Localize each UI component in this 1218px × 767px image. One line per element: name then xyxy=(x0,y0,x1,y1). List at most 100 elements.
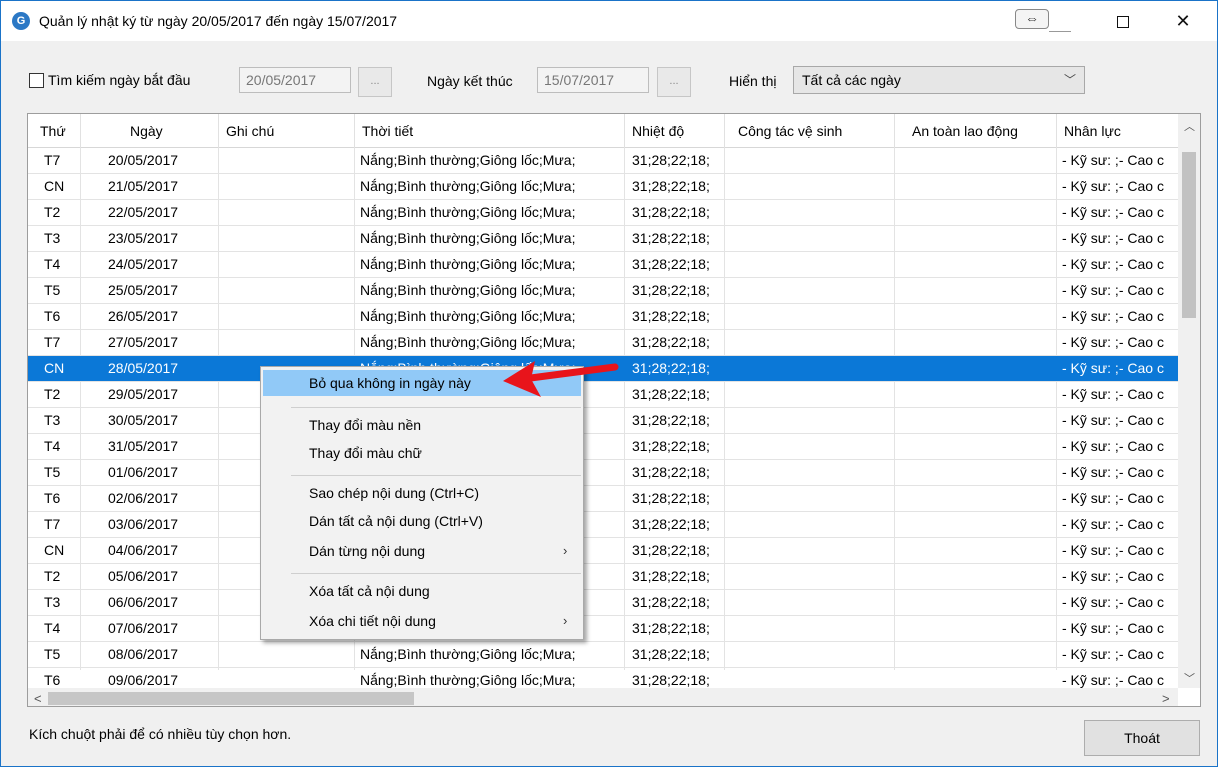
cell-ngay[interactable]: 20/05/2017 xyxy=(108,152,178,168)
display-select[interactable]: Tất cả các ngày ﹀ xyxy=(793,66,1085,94)
cell-ngay[interactable]: 24/05/2017 xyxy=(108,256,178,272)
table-row[interactable]: T330/05/2017Nắng;Bình thường;Giông lốc;M… xyxy=(28,408,1178,434)
table-row[interactable]: T431/05/2017Nắng;Bình thường;Giông lốc;M… xyxy=(28,434,1178,460)
cell-thoitiet[interactable]: Nắng;Bình thường;Giông lốc;Mưa; xyxy=(360,152,575,168)
cell-thu[interactable]: CN xyxy=(44,542,64,558)
cell-thu[interactable]: T6 xyxy=(44,490,60,506)
cell-thu[interactable]: T3 xyxy=(44,230,60,246)
cell-nhietdo[interactable]: 31;28;22;18; xyxy=(632,282,710,298)
cell-thu[interactable]: CN xyxy=(44,360,64,376)
cell-ngay[interactable]: 06/06/2017 xyxy=(108,594,178,610)
menu-item-delete-detail[interactable]: Xóa chi tiết nội dung xyxy=(309,613,436,629)
cell-ngay[interactable]: 26/05/2017 xyxy=(108,308,178,324)
cell-nhietdo[interactable]: 31;28;22;18; xyxy=(632,386,710,402)
menu-item-copy[interactable]: Sao chép nội dung (Ctrl+C) xyxy=(309,485,479,501)
table-row[interactable]: T4 24/05/2017 Nắng;Bình thường;Giông lốc;M… xyxy=(28,252,1178,278)
cell-nhanluc[interactable]: - Kỹ sư: ;- Cao c xyxy=(1062,178,1174,194)
cell-nhietdo[interactable]: 31;28;22;18; xyxy=(632,178,710,194)
table-row[interactable]: T602/06/2017Nắng;Bình thường;Giông lốc;M… xyxy=(28,486,1178,512)
cell-thu[interactable]: T3 xyxy=(44,412,60,428)
cell-thu[interactable]: T2 xyxy=(44,204,60,220)
diary-grid[interactable]: Thứ Ngày Ghi chú Thời tiết Nhiệt độ Công… xyxy=(27,113,1201,707)
cell-nhanluc[interactable]: - Kỹ sư: ;- Cao c xyxy=(1062,646,1174,662)
cell-thu[interactable]: T7 xyxy=(44,334,60,350)
vertical-scroll-thumb[interactable] xyxy=(1182,152,1196,318)
start-date-field[interactable]: 20/05/2017 xyxy=(239,67,351,93)
table-row[interactable]: T3 23/05/2017 Nắng;Bình thường;Giông lốc;M… xyxy=(28,226,1178,252)
table-row[interactable]: T7 27/05/2017 Nắng;Bình thường;Giông lốc;M… xyxy=(28,330,1178,356)
cell-thoitiet[interactable]: Nắng;Bình thường;Giông lốc;Mưa; xyxy=(360,334,575,350)
menu-item-change-background[interactable]: Thay đổi màu nền xyxy=(309,417,421,433)
cell-thoitiet[interactable]: Nắng;Bình thường;Giông lốc;Mưa; xyxy=(360,282,575,298)
cell-nhietdo[interactable]: 31;28;22;18; xyxy=(632,646,710,662)
cell-nhietdo[interactable]: 31;28;22;18; xyxy=(632,438,710,454)
cell-thu[interactable]: T4 xyxy=(44,256,60,272)
table-row[interactable]: CN 21/05/2017 Nắng;Bình thường;Giông lốc;M… xyxy=(28,174,1178,200)
cell-ngay[interactable]: 09/06/2017 xyxy=(108,672,178,688)
exit-button[interactable]: Thoát xyxy=(1084,720,1200,756)
cell-ngay[interactable]: 25/05/2017 xyxy=(108,282,178,298)
column-header-ngay[interactable]: Ngày xyxy=(130,123,163,139)
menu-item-skip-print[interactable]: Bỏ qua không in ngày này xyxy=(309,375,471,391)
cell-nhanluc[interactable]: - Kỹ sư: ;- Cao c xyxy=(1062,282,1174,298)
cell-ngay[interactable]: 31/05/2017 xyxy=(108,438,178,454)
cell-nhanluc[interactable]: - Kỹ sư: ;- Cao c xyxy=(1062,360,1174,376)
cell-nhietdo[interactable]: 31;28;22;18; xyxy=(632,152,710,168)
table-row[interactable]: T407/06/2017Nắng;Bình thường;Giông lốc;M… xyxy=(28,616,1178,642)
cell-thoitiet[interactable]: Nắng;Bình thường;Giông lốc;Mưa; xyxy=(360,178,575,194)
cell-thu[interactable]: T7 xyxy=(44,516,60,532)
scroll-left-icon[interactable]: < xyxy=(34,691,42,706)
vertical-scrollbar[interactable]: ︿ ﹀ xyxy=(1178,114,1200,688)
end-date-browse-button[interactable]: ... xyxy=(657,67,691,97)
scroll-right-icon[interactable]: > xyxy=(1162,691,1170,706)
cell-ngay[interactable]: 21/05/2017 xyxy=(108,178,178,194)
cell-thu[interactable]: T5 xyxy=(44,282,60,298)
cell-nhanluc[interactable]: - Kỹ sư: ;- Cao c xyxy=(1062,256,1174,272)
maximize-button[interactable] xyxy=(1101,9,1145,35)
cell-thu[interactable]: T5 xyxy=(44,464,60,480)
cell-ngay[interactable]: 23/05/2017 xyxy=(108,230,178,246)
column-header-ghichu[interactable]: Ghi chú xyxy=(226,123,274,139)
start-date-browse-button[interactable]: ... xyxy=(358,67,392,97)
cell-thu[interactable]: T3 xyxy=(44,594,60,610)
close-button[interactable]: ✕ xyxy=(1161,9,1205,35)
table-row[interactable]: T205/06/2017Nắng;Bình thường;Giông lốc;M… xyxy=(28,564,1178,590)
search-start-checkbox[interactable] xyxy=(29,73,44,88)
column-header-nhanluc[interactable]: Nhân lực xyxy=(1064,123,1121,139)
cell-nhanluc[interactable]: - Kỹ sư: ;- Cao c xyxy=(1062,386,1174,402)
cell-ngay[interactable]: 02/06/2017 xyxy=(108,490,178,506)
table-row[interactable]: T703/06/2017Nắng;Bình thường;Giông lốc;M… xyxy=(28,512,1178,538)
end-date-field[interactable]: 15/07/2017 xyxy=(537,67,649,93)
cell-nhietdo[interactable]: 31;28;22;18; xyxy=(632,256,710,272)
cell-thoitiet[interactable]: Nắng;Bình thường;Giông lốc;Mưa; xyxy=(360,308,575,324)
table-row[interactable]: CN04/06/2017Nắng;Bình thường;Giông lốc;M… xyxy=(28,538,1178,564)
cell-thu[interactable]: CN xyxy=(44,178,64,194)
cell-thoitiet[interactable]: Nắng;Bình thường;Giông lốc;Mưa; xyxy=(360,230,575,246)
cell-nhanluc[interactable]: - Kỹ sư: ;- Cao c xyxy=(1062,464,1174,480)
cell-nhanluc[interactable]: - Kỹ sư: ;- Cao c xyxy=(1062,542,1174,558)
cell-thu[interactable]: T4 xyxy=(44,438,60,454)
menu-item-delete-all[interactable]: Xóa tất cả nội dung xyxy=(309,583,430,599)
cell-ngay[interactable]: 29/05/2017 xyxy=(108,386,178,402)
cell-nhanluc[interactable]: - Kỹ sư: ;- Cao c xyxy=(1062,568,1174,584)
cell-nhanluc[interactable]: - Kỹ sư: ;- Cao c xyxy=(1062,152,1174,168)
cell-nhietdo[interactable]: 31;28;22;18; xyxy=(632,594,710,610)
cell-nhietdo[interactable]: 31;28;22;18; xyxy=(632,308,710,324)
cell-thoitiet[interactable]: Nắng;Bình thường;Giông lốc;Mưa; xyxy=(360,672,575,688)
table-row[interactable]: T7 20/05/2017 Nắng;Bình thường;Giông lốc;M… xyxy=(28,148,1178,174)
table-row[interactable]: T5 25/05/2017 Nắng;Bình thường;Giông lốc;M… xyxy=(28,278,1178,304)
column-header-thu[interactable]: Thứ xyxy=(40,123,66,139)
cell-nhanluc[interactable]: - Kỹ sư: ;- Cao c xyxy=(1062,490,1174,506)
swap-icon[interactable]: ⇔ xyxy=(1015,9,1049,29)
column-header-vesinh[interactable]: Công tác vệ sinh xyxy=(738,123,842,139)
cell-nhanluc[interactable]: - Kỹ sư: ;- Cao c xyxy=(1062,438,1174,454)
cell-nhanluc[interactable]: - Kỹ sư: ;- Cao c xyxy=(1062,412,1174,428)
cell-thoitiet[interactable]: Nắng;Bình thường;Giông lốc;Mưa; xyxy=(360,256,575,272)
cell-nhietdo[interactable]: 31;28;22;18; xyxy=(632,516,710,532)
cell-thu[interactable]: T6 xyxy=(44,308,60,324)
menu-item-paste-all[interactable]: Dán tất cả nội dung (Ctrl+V) xyxy=(309,513,483,529)
cell-nhanluc[interactable]: - Kỹ sư: ;- Cao c xyxy=(1062,204,1174,220)
cell-nhietdo[interactable]: 31;28;22;18; xyxy=(632,542,710,558)
cell-ngay[interactable]: 07/06/2017 xyxy=(108,620,178,636)
cell-nhanluc[interactable]: - Kỹ sư: ;- Cao c xyxy=(1062,594,1174,610)
